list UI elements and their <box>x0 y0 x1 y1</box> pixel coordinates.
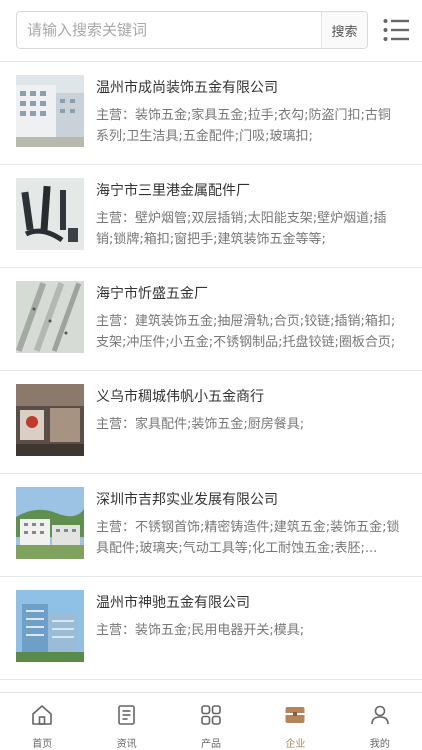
company-name[interactable]: 海宁市三里港金属配件厂 <box>96 180 250 200</box>
tab-news[interactable]: 资讯 <box>84 693 168 750</box>
company-list: 温州市成尚装饰五金有限公司 主营：装饰五金;家具五金;拉手;衣勾;防盗门扣;古铜… <box>0 62 422 680</box>
tab-label: 资讯 <box>116 739 137 750</box>
company-business: 主营：装饰五金;家具五金;拉手;衣勾;防盗门扣;古铜系列;卫生洁具;五金配件;门… <box>96 108 391 144</box>
tab-products[interactable]: 产品 <box>169 693 253 750</box>
search-box: 搜索 <box>16 11 368 49</box>
tab-label: 企业 <box>285 739 306 750</box>
tab-label: 产品 <box>201 739 222 750</box>
tab-company[interactable]: 企业 <box>253 693 337 750</box>
tab-label: 我的 <box>369 739 390 750</box>
company-business: 主营：装饰五金;民用电器开关;模具; <box>96 623 305 638</box>
company-item[interactable]: 海宁市忻盛五金厂 主营：建筑装饰五金;抽屉滑轨;合页;铰链;插销;箱扣;支架;冲… <box>0 268 422 371</box>
top-bar: 搜索 <box>0 0 422 62</box>
company-item[interactable]: 温州市成尚装饰五金有限公司 主营：装饰五金;家具五金;拉手;衣勾;防盗门扣;古铜… <box>0 62 422 165</box>
news-icon <box>115 703 139 731</box>
tab-label: 首页 <box>32 739 53 750</box>
search-input[interactable] <box>17 12 321 48</box>
user-icon <box>368 703 392 731</box>
company-image[interactable] <box>16 75 84 147</box>
company-item[interactable]: 温州市神驰五金有限公司 主营：装饰五金;民用电器开关;模具; <box>0 577 422 680</box>
tab-mine[interactable]: 我的 <box>338 693 422 750</box>
company-business: 主营：家具配件;装饰五金;厨房餐具; <box>96 417 305 432</box>
menu-icon[interactable] <box>383 18 409 42</box>
company-business: 主营：不锈钢首饰;精密铸造件;建筑五金;装饰五金;锁具配件;玻璃夹;气动工具等;… <box>96 520 400 556</box>
company-item[interactable]: 深圳市吉邦实业发展有限公司 主营：不锈钢首饰;精密铸造件;建筑五金;装饰五金;锁… <box>0 474 422 577</box>
home-icon <box>30 703 54 731</box>
company-name[interactable]: 海宁市忻盛五金厂 <box>96 283 208 303</box>
company-name[interactable]: 温州市神驰五金有限公司 <box>96 592 250 612</box>
company-business: 主营：建筑装饰五金;抽屉滑轨;合页;铰链;插销;箱扣;支架;冲压件;小五金;不锈… <box>96 314 396 350</box>
company-name[interactable]: 温州市成尚装饰五金有限公司 <box>96 77 278 97</box>
company-icon <box>283 703 307 731</box>
company-image[interactable] <box>16 384 84 456</box>
company-image[interactable] <box>16 178 84 250</box>
company-image[interactable] <box>16 590 84 662</box>
search-button[interactable]: 搜索 <box>321 12 367 48</box>
grid-icon <box>199 703 223 731</box>
tab-home[interactable]: 首页 <box>0 693 84 750</box>
company-name[interactable]: 深圳市吉邦实业发展有限公司 <box>96 489 278 509</box>
company-image[interactable] <box>16 281 84 353</box>
company-business: 主营：壁炉烟管;双层插销;太阳能支架;壁炉烟道;插销;锁牌;箱扣;窗把手;建筑装… <box>96 211 387 247</box>
company-name[interactable]: 义乌市稠城伟帆小五金商行 <box>96 386 264 406</box>
company-image[interactable] <box>16 487 84 559</box>
bottom-tab-bar: 首页 资讯 产品 企业 我的 <box>0 692 422 750</box>
company-item[interactable]: 义乌市稠城伟帆小五金商行 主营：家具配件;装饰五金;厨房餐具; <box>0 371 422 474</box>
company-item[interactable]: 海宁市三里港金属配件厂 主营：壁炉烟管;双层插销;太阳能支架;壁炉烟道;插销;锁… <box>0 165 422 268</box>
